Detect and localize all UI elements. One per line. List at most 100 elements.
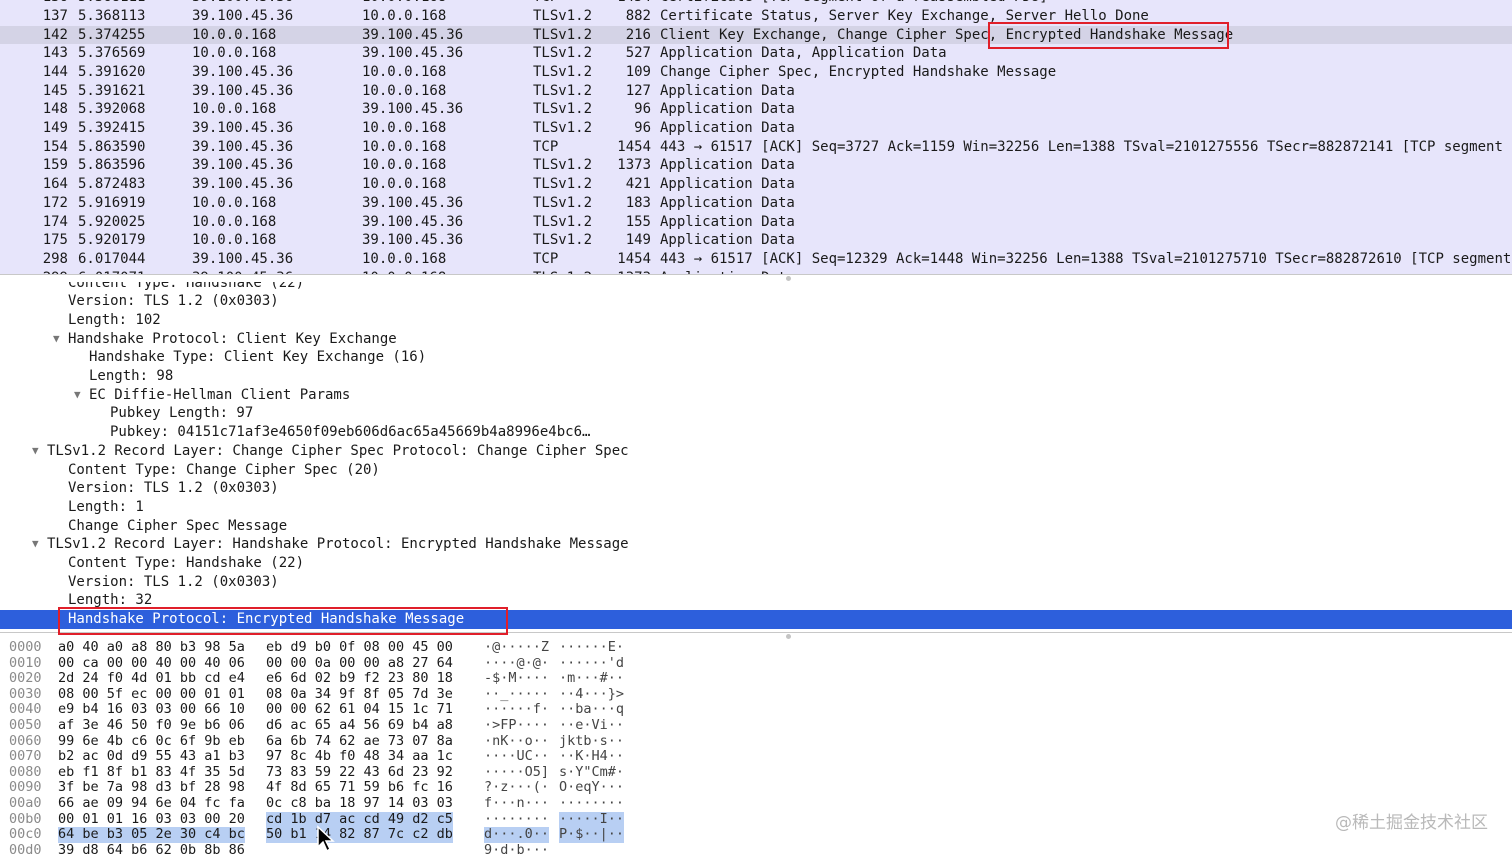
packet-time: 5.392415: [78, 120, 146, 136]
packet-number: 172: [42, 194, 68, 211]
packet-details-pane[interactable]: Content Type: Handshake (22) Version: TLS…: [0, 282, 1512, 632]
packet-time: 5.376569: [78, 45, 146, 62]
packet-info: Application Data, Application Data: [660, 45, 947, 62]
hex-bytes-left: b2 ac 0d d9 55 43 a1 b3: [58, 748, 245, 765]
packet-source: 10.0.0.168: [192, 26, 277, 43]
hex-bytes-right: 50 b1 14 82 87 7c c2 db: [266, 826, 453, 843]
packet-info: Certificate [TCP segment of a reassemble…: [660, 0, 1048, 7]
bytes-row[interactable]: 0080 eb f1 8f b1 83 4f 35 5d 73 83 59 22 4…: [0, 763, 1512, 781]
bytes-row[interactable]: 00b0 00 01 01 16 03 03 00 20 cd 1b d7 ac c…: [0, 810, 1512, 828]
detail-row[interactable]: Handshake Type: Client Key Exchange (16): [0, 348, 1512, 367]
packet-row[interactable]: 159 5.863596 39.100.45.36 10.0.0.168 TLSv1.2…: [0, 156, 1512, 176]
packet-protocol: TLSv1.2: [533, 232, 593, 249]
packet-row[interactable]: 145 5.391621 39.100.45.36 10.0.0.168 TLSv1.2…: [0, 81, 1512, 101]
ascii-left: ····@·@·: [484, 654, 550, 671]
expand-triangle-icon[interactable]: ▼: [74, 386, 81, 405]
byte-offset: 0010: [9, 654, 42, 671]
ascii-left: ·>FP····: [484, 717, 550, 733]
detail-row[interactable]: Content Type: Change Cipher Spec (20): [0, 461, 1512, 480]
detail-row[interactable]: Length: 102: [0, 311, 1512, 330]
bytes-row[interactable]: 0090 3f be 7a 98 d3 bf 28 98 4f 8d 65 71 5…: [0, 780, 1512, 796]
hex-bytes-left: 08 00 5f ec 00 00 01 01: [58, 685, 245, 702]
packet-row[interactable]: 144 5.391620 39.100.45.36 10.0.0.168 TLSv1.2…: [0, 62, 1512, 82]
packet-row[interactable]: 298 6.017044 39.100.45.36 10.0.0.168 TCP 1454…: [0, 249, 1512, 269]
hex-bytes-left: eb f1 8f b1 83 4f 35 5d: [58, 763, 245, 780]
detail-row[interactable]: Version: TLS 1.2 (0x0303): [0, 479, 1512, 498]
packet-row[interactable]: 174 5.920025 10.0.0.168 39.100.45.36 TLSv1.2…: [0, 212, 1512, 232]
bytes-row[interactable]: 0040 e9 b4 16 03 03 00 66 10 00 00 62 61 0…: [0, 702, 1512, 718]
packet-time: 5.368113: [78, 7, 146, 24]
bytes-row[interactable]: 0020 2d 24 f0 4d 01 bb cd e4 e6 6d 02 b9 f…: [0, 671, 1512, 687]
detail-row[interactable]: Content Type: Handshake (22): [0, 282, 1512, 292]
detail-row[interactable]: Length: 1: [0, 498, 1512, 517]
packet-row[interactable]: 137 5.368113 39.100.45.36 10.0.0.168 TLSv1.2…: [0, 6, 1512, 26]
detail-row[interactable]: Version: TLS 1.2 (0x0303): [0, 573, 1512, 592]
hex-bytes-left: 00 01 01 16 03 03 00 20: [58, 810, 245, 827]
packet-protocol: TCP: [533, 250, 559, 267]
bytes-row[interactable]: 0010 00 ca 00 00 40 00 40 06 00 00 0a 00 0…: [0, 654, 1512, 672]
byte-offset: 0020: [9, 670, 42, 687]
packet-row[interactable]: 154 5.863590 39.100.45.36 10.0.0.168 TCP 1454…: [0, 137, 1512, 157]
detail-text: Content Type: Handshake (22): [68, 282, 305, 291]
detail-row[interactable]: Pubkey Length: 97: [0, 404, 1512, 423]
ascii-left: ··_·····: [484, 685, 550, 702]
annotation-box-packet-info: [988, 22, 1229, 49]
detail-row[interactable]: Version: TLS 1.2 (0x0303): [0, 292, 1512, 311]
packet-row[interactable]: 136 5.368111 39.100.45.36 10.0.0.168 TCP 1454…: [0, 0, 1512, 7]
packet-time: 6.017044: [78, 250, 146, 267]
bytes-row[interactable]: 0050 af 3e 46 50 f0 9e b6 06 d6 ac 65 a4 5…: [0, 717, 1512, 734]
packet-length: 96: [634, 120, 651, 136]
packet-row[interactable]: 175 5.920179 10.0.0.168 39.100.45.36 TLSv1.2…: [0, 231, 1512, 250]
packet-destination: 39.100.45.36: [362, 213, 464, 230]
bytes-row[interactable]: 0070 b2 ac 0d d9 55 43 a1 b3 97 8c 4b f0 4…: [0, 749, 1512, 765]
packet-info: 443 → 61517 [ACK] Seq=3727 Ack=1159 Win=…: [660, 138, 1512, 155]
packet-row[interactable]: 172 5.916919 10.0.0.168 39.100.45.36 TLSv1.2…: [0, 193, 1512, 213]
packet-info: Application Data: [660, 213, 795, 230]
packet-row[interactable]: 164 5.872483 39.100.45.36 10.0.0.168 TLSv1.2…: [0, 175, 1512, 194]
expand-triangle-icon[interactable]: ▼: [32, 442, 39, 461]
splitter-handle-icon: [786, 634, 791, 639]
byte-offset: 0040: [9, 701, 42, 718]
detail-text: Version: TLS 1.2 (0x0303): [68, 573, 279, 590]
byte-offset: 0050: [9, 717, 42, 733]
packet-row[interactable]: 149 5.392415 39.100.45.36 10.0.0.168 TLSv1.2…: [0, 119, 1512, 138]
detail-row[interactable]: ▼ EC Diffie-Hellman Client Params: [0, 386, 1512, 405]
hex-bytes-right: 6a 6b 74 62 ae 73 07 8a: [266, 732, 453, 749]
bytes-row[interactable]: 0030 08 00 5f ec 00 00 01 01 08 0a 34 9f 8…: [0, 685, 1512, 703]
bytes-row[interactable]: 00c0 64 be b3 05 2e 30 c4 bc 50 b1 14 82 8…: [0, 827, 1512, 843]
packet-row[interactable]: 142 5.374255 10.0.0.168 39.100.45.36 TLSv1.2…: [0, 25, 1512, 45]
hex-bytes-left: 00 ca 00 00 40 00 40 06: [58, 654, 245, 671]
bytes-row[interactable]: 00a0 66 ae 09 94 6e 04 fc fa 0c c8 ba 18 9…: [0, 795, 1512, 812]
packet-bytes-pane[interactable]: 0000 a0 40 a0 a8 80 b3 98 5a eb d9 b0 0f 0…: [0, 640, 1512, 854]
packet-protocol: TLSv1.2: [533, 7, 593, 24]
hex-bytes-left: a0 40 a0 a8 80 b3 98 5a: [58, 640, 245, 655]
detail-text: Pubkey Length: 97: [110, 405, 254, 422]
packet-list-pane[interactable]: 1365.36811139.100.45.3610.0.0.168TCP1454…: [0, 0, 1512, 274]
detail-row[interactable]: Length: 98: [0, 367, 1512, 386]
packet-protocol: TLSv1.2: [533, 176, 593, 193]
packet-row[interactable]: 143 5.376569 10.0.0.168 39.100.45.36 TLSv1.2…: [0, 44, 1512, 63]
detail-row[interactable]: Content Type: Handshake (22): [0, 554, 1512, 573]
packet-destination: 39.100.45.36: [362, 45, 464, 62]
detail-row[interactable]: ▼ Handshake Protocol: Client Key Exchange: [0, 330, 1512, 349]
packet-length: 882: [625, 7, 651, 24]
packet-row[interactable]: 148 5.392068 10.0.0.168 39.100.45.36 TLSv1.2…: [0, 100, 1512, 119]
packet-number: 175: [42, 232, 68, 249]
detail-row[interactable]: ▼ TLSv1.2 Record Layer: Change Cipher Spe…: [0, 442, 1512, 461]
detail-row[interactable]: Pubkey: 04151c71af3e4650f09eb606d6ac65a4…: [0, 423, 1512, 442]
packet-protocol: TLSv1.2: [533, 82, 593, 99]
ascii-left: ·nK··o··: [484, 732, 550, 749]
bytes-row[interactable]: 0060 99 6e 4b c6 0c 6f 9b eb 6a 6b 74 62 a…: [0, 732, 1512, 750]
packet-time: 5.392068: [78, 101, 146, 118]
ascii-left: ·····O5]: [484, 763, 550, 780]
bytes-row[interactable]: 0000 a0 40 a0 a8 80 b3 98 5a eb d9 b0 0f 0…: [0, 640, 1512, 656]
detail-row[interactable]: ▼ TLSv1.2 Record Layer: Handshake Protoco…: [0, 535, 1512, 554]
packet-source: 10.0.0.168: [192, 213, 277, 230]
expand-triangle-icon[interactable]: ▼: [53, 330, 60, 349]
bytes-row[interactable]: 00d0 39 d8 64 b6 62 0b 8b 86 9·d·b···: [0, 842, 1512, 854]
expand-triangle-icon[interactable]: ▼: [32, 535, 39, 554]
detail-row[interactable]: Change Cipher Spec Message: [0, 517, 1512, 536]
packet-protocol: TLSv1.2: [533, 63, 593, 80]
detail-text: Handshake Protocol: Client Key Exchange: [68, 330, 397, 347]
ascii-right: ······'d: [559, 654, 625, 671]
